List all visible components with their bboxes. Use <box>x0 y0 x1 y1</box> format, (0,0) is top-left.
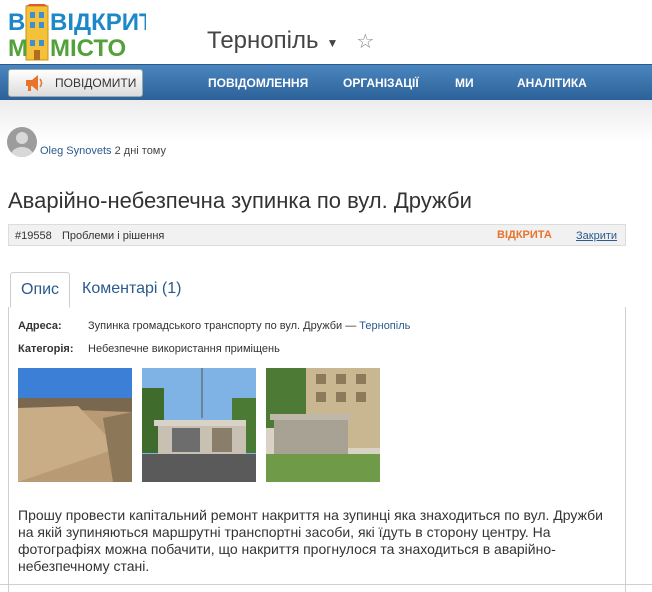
city-selector[interactable]: Тернопіль ▼ ☆ <box>207 27 374 55</box>
photo-thumbnail-3[interactable] <box>266 368 380 482</box>
author-link[interactable]: Oleg Synovets <box>40 145 112 157</box>
tab-comments[interactable]: Коментарі (1) <box>72 272 191 308</box>
address-value: Зупинка громадського транспорту по вул. … <box>88 320 410 332</box>
close-issue-link[interactable]: Закрити <box>576 230 617 242</box>
svg-text:М: М <box>8 35 28 62</box>
issue-category-link[interactable]: Проблеми і рішення <box>62 230 164 242</box>
chevron-down-icon: ▼ <box>326 36 339 50</box>
site-header: В ВІДКРИТЕ М МІСТО Тернопіль ▼ ☆ <box>0 0 652 64</box>
site-logo[interactable]: В ВІДКРИТЕ М МІСТО <box>6 4 146 62</box>
category-label: Категорія: <box>18 343 74 355</box>
user-silhouette-icon <box>11 132 33 157</box>
author-strip <box>0 100 652 172</box>
address-label: Адреса: <box>18 320 62 332</box>
svg-text:ВІДКРИТЕ: ВІДКРИТЕ <box>50 9 146 36</box>
city-name: Тернопіль <box>207 27 319 54</box>
nav-item-organizations[interactable]: ОРГАНІЗАЦІЇ <box>343 76 419 90</box>
nav-item-about[interactable]: МИ <box>455 76 474 90</box>
category-value: Небезпечне використання приміщень <box>88 343 280 355</box>
report-button[interactable]: ПОВІДОМИТИ <box>8 69 143 97</box>
svg-text:МІСТО: МІСТО <box>50 35 126 62</box>
issue-meta-bar: #19558 Проблеми і рішення ВІДКРИТА Закри… <box>8 224 626 246</box>
star-icon[interactable]: ☆ <box>356 29 374 54</box>
page-title: Аварійно-небезпечна зупинка по вул. Друж… <box>8 188 472 213</box>
photo-stop-with-building <box>266 368 380 482</box>
nav-item-reports[interactable]: ПОВІДОМЛЕННЯ <box>208 76 308 90</box>
issue-number: #19558 <box>15 230 52 242</box>
main-nav: ПОВІДОМИТИ ПОВІДОМЛЕННЯ ОРГАНІЗАЦІЇ МИ А… <box>0 64 652 100</box>
avatar[interactable] <box>7 127 37 157</box>
bottom-divider <box>0 584 652 585</box>
photo-bus-stop <box>142 368 256 482</box>
nav-item-analytics[interactable]: АНАЛІТИКА <box>517 76 587 90</box>
address-city-link[interactable]: Тернопіль <box>359 320 410 332</box>
author-line: Oleg Synovets 2 дні тому <box>40 145 166 157</box>
address-text: Зупинка громадського транспорту по вул. … <box>88 320 357 332</box>
photo-thumbnail-1[interactable] <box>18 368 132 482</box>
photo-thumbnail-2[interactable] <box>142 368 256 482</box>
status-badge: ВІДКРИТА <box>497 229 552 241</box>
post-time: 2 дні тому <box>114 145 166 157</box>
photo-shelter-roof <box>18 368 132 482</box>
svg-text:В: В <box>8 9 25 36</box>
report-button-label: ПОВІДОМИТИ <box>55 76 137 90</box>
tab-description[interactable]: Опис <box>10 272 70 308</box>
megaphone-icon <box>26 75 43 91</box>
issue-description: Прошу провести капітальний ремонт накрит… <box>18 507 603 574</box>
